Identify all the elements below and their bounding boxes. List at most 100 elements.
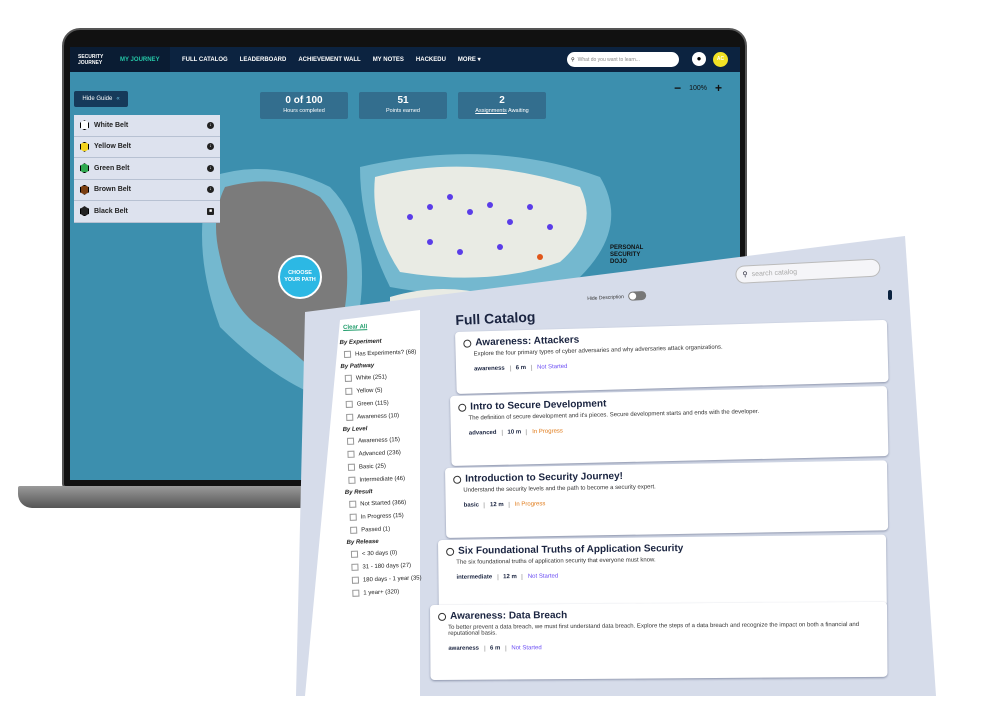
checkbox[interactable]	[350, 526, 358, 534]
avatar[interactable]: AC	[713, 52, 728, 67]
nav-hackedu[interactable]: HACKEDU	[416, 57, 446, 63]
checkbox[interactable]	[347, 450, 355, 458]
bell-icon[interactable]: ●	[692, 52, 706, 66]
belt-item[interactable]: Black Belt ■	[74, 201, 220, 223]
course-title[interactable]: Six Foundational Truths of Application S…	[458, 543, 683, 557]
filter-checkbox[interactable]: Yellow (5)	[345, 385, 418, 395]
filter-group-title: By Release	[346, 538, 379, 547]
filter-checkbox[interactable]: Awareness (10)	[346, 411, 419, 421]
filter-checkbox[interactable]: 31 - 180 days (27)	[351, 561, 424, 571]
checkbox[interactable]	[347, 463, 356, 471]
course-level: awareness	[448, 645, 480, 652]
nav-my-journey[interactable]: MY JOURNEY	[120, 57, 160, 63]
filter-checkbox[interactable]: In Progress (15)	[349, 511, 423, 521]
personal-dojo-label[interactable]: PERSONAL SECURITY DOJO	[610, 245, 650, 266]
points-stat: 51 Points earned	[359, 92, 447, 119]
download-icon: ↓	[207, 143, 214, 151]
course-status: Not Started	[530, 363, 568, 371]
scrollbar[interactable]	[888, 290, 892, 300]
search-icon: ⚲	[742, 271, 748, 279]
checkbox[interactable]	[346, 413, 354, 421]
course-level: awareness	[473, 365, 505, 373]
checkbox[interactable]	[346, 437, 355, 445]
checkbox[interactable]	[351, 576, 360, 584]
checkbox[interactable]	[344, 374, 352, 382]
course-title[interactable]: Introduction to Security Journey!	[465, 471, 623, 485]
hexagon-icon	[438, 612, 447, 621]
course-status: In Progress	[526, 428, 563, 436]
checkbox[interactable]	[350, 550, 359, 558]
nav-full-catalog[interactable]: FULL CATALOG	[182, 57, 228, 63]
hexagon-icon	[446, 547, 455, 556]
nav-more[interactable]: MORE ▾	[458, 56, 481, 63]
nav-achievement-wall[interactable]: ACHIEVEMENT WALL	[298, 57, 360, 63]
course-card[interactable]: Six Foundational Truths of Application S…	[438, 534, 887, 612]
course-card[interactable]: Introduction to Security Journey! Unders…	[445, 460, 889, 538]
toggle-switch	[627, 290, 647, 301]
nav-my-notes[interactable]: MY NOTES	[373, 57, 404, 63]
filter-checkbox[interactable]: Intermediate (46)	[348, 474, 421, 484]
checkbox[interactable]	[343, 350, 352, 358]
course-card[interactable]: Awareness: Data Breach To better prevent…	[430, 601, 888, 680]
filter-checkbox[interactable]: 180 days - 1 year (35)	[351, 574, 425, 584]
checkbox[interactable]	[349, 513, 357, 521]
course-duration: 6 m	[509, 365, 527, 372]
course-status: Not Started	[505, 645, 542, 652]
course-level: intermediate	[456, 574, 493, 581]
filter-group-title: By Pathway	[340, 362, 375, 371]
hexagon-icon	[453, 475, 462, 484]
filter-group-title: By Result	[344, 489, 373, 497]
hexagon-icon	[80, 120, 89, 131]
chevron-left-icon: «	[116, 96, 120, 102]
course-level: basic	[463, 502, 480, 509]
course-description: To better prevent a data breach, we must…	[448, 622, 860, 637]
filter-checkbox[interactable]: 1 year+ (320)	[352, 587, 425, 597]
course-title[interactable]: Intro to Secure Development	[470, 398, 606, 412]
checkbox[interactable]	[349, 500, 357, 508]
checkbox[interactable]	[345, 400, 353, 408]
hexagon-icon	[80, 206, 89, 217]
filters: Clear All By Experiment Has Experiments? …	[339, 322, 425, 602]
assignments-stat[interactable]: 2 Assignments Awaiting	[458, 92, 546, 119]
hexagon-icon	[80, 163, 89, 174]
filter-checkbox[interactable]: Basic (25)	[347, 461, 421, 471]
filter-checkbox[interactable]: < 30 days (0)	[350, 548, 424, 558]
filter-checkbox[interactable]: Green (115)	[345, 398, 419, 408]
belt-item[interactable]: Green Belt ↓	[74, 158, 220, 180]
nav-search-input[interactable]: ⚲ What do you want to learn...	[567, 52, 679, 67]
nav-leaderboard[interactable]: LEADERBOARD	[240, 57, 287, 63]
filter-checkbox[interactable]: Advanced (236)	[347, 448, 420, 458]
zoom-out-button[interactable]: −	[674, 81, 681, 95]
hexagon-icon	[80, 184, 89, 195]
course-duration: 12 m	[497, 574, 517, 581]
belt-item[interactable]: White Belt ↓	[74, 115, 220, 137]
filter-checkbox[interactable]: Passed (1)	[350, 524, 423, 534]
download-icon: ↓	[207, 186, 214, 194]
filter-group-title: By Level	[342, 426, 368, 434]
course-status: Not Started	[521, 573, 559, 580]
course-duration: 6 m	[483, 645, 501, 652]
course-title[interactable]: Awareness: Data Breach	[450, 610, 567, 622]
filter-checkbox[interactable]: White (251)	[344, 372, 418, 382]
checkbox[interactable]	[345, 387, 353, 395]
checkbox[interactable]	[352, 589, 360, 597]
course-level: advanced	[468, 429, 497, 437]
filter-group-title: By Experiment	[339, 338, 382, 347]
belt-item[interactable]: Brown Belt ↓	[74, 179, 220, 201]
filter-checkbox[interactable]: Has Experiments? (68)	[343, 348, 417, 358]
hide-guide-button[interactable]: Hide Guide «	[74, 91, 128, 107]
logo[interactable]: SECURITY JOURNEY MY JOURNEY	[70, 47, 170, 72]
course-card[interactable]: Intro to Secure Development The definiti…	[450, 386, 889, 466]
filter-checkbox[interactable]: Awareness (15)	[346, 435, 420, 445]
belt-item[interactable]: Yellow Belt ↓	[74, 136, 220, 158]
clear-all-link[interactable]: Clear All	[343, 322, 416, 331]
east-island	[374, 166, 587, 278]
checkbox[interactable]	[348, 476, 356, 484]
search-icon: ⚲	[571, 56, 575, 63]
checkbox[interactable]	[351, 563, 359, 571]
filter-checkbox[interactable]: Not Started (366)	[349, 498, 422, 508]
zoom-in-button[interactable]: +	[715, 81, 722, 95]
course-title[interactable]: Awareness: Attackers	[475, 335, 579, 349]
course-card[interactable]: Awareness: Attackers Explore the four pr…	[455, 319, 889, 394]
choose-path-button[interactable]: CHOOSE YOUR PATH	[278, 255, 322, 299]
